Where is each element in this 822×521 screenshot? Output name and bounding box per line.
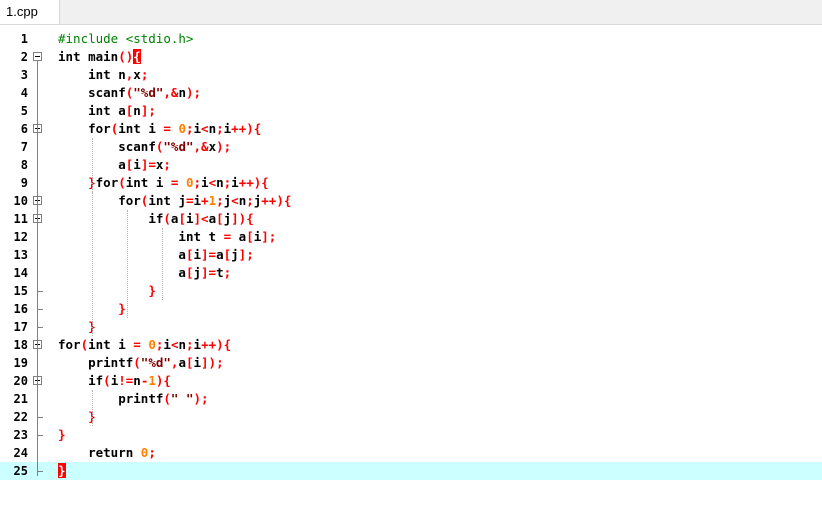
code-text: if(a[i]<a[j]){ bbox=[148, 211, 254, 226]
code-line-17[interactable]: 17 } bbox=[0, 318, 822, 336]
line-number: 17 bbox=[13, 320, 28, 334]
code-text: printf("%d",a[i]); bbox=[88, 355, 224, 370]
code-line-6[interactable]: 6 for(int i = 0;i<n;i++){ bbox=[0, 120, 822, 138]
code-text: for(int i = 0;i<n;i++){ bbox=[88, 121, 262, 136]
fold-margin-line bbox=[37, 61, 38, 476]
line-number: 4 bbox=[20, 86, 28, 100]
tab-bar: 1.cpp bbox=[0, 0, 822, 25]
code-text: } bbox=[88, 319, 96, 334]
code-line-22[interactable]: 22 } bbox=[0, 408, 822, 426]
code-line-13[interactable]: 13 a[i]=a[j]; bbox=[0, 246, 822, 264]
line-number: 7 bbox=[20, 140, 28, 154]
code-line-10[interactable]: 10 for(int j=i+1;j<n;j++){ bbox=[0, 192, 822, 210]
code-line-25[interactable]: 25} bbox=[0, 462, 822, 480]
line-number: 25 bbox=[13, 464, 28, 478]
line-number: 16 bbox=[13, 302, 28, 316]
indent-guide bbox=[92, 390, 93, 426]
code-text: int t = a[i]; bbox=[178, 229, 277, 244]
fold-toggle-icon[interactable] bbox=[33, 52, 42, 61]
code-text: } bbox=[58, 427, 66, 442]
code-text: a[j]=t; bbox=[178, 265, 232, 280]
code-text: } bbox=[88, 409, 96, 424]
code-line-9[interactable]: 9 }for(int i = 0;i<n;i++){ bbox=[0, 174, 822, 192]
tab-1-cpp[interactable]: 1.cpp bbox=[0, 0, 60, 24]
code-text: if(i!=n-1){ bbox=[88, 373, 171, 388]
code-line-20[interactable]: 20 if(i!=n-1){ bbox=[0, 372, 822, 390]
code-line-14[interactable]: 14 a[j]=t; bbox=[0, 264, 822, 282]
line-number: 14 bbox=[13, 266, 28, 280]
line-number: 5 bbox=[20, 104, 28, 118]
line-number: 20 bbox=[13, 374, 28, 388]
code-text: for(int i = 0;i<n;i++){ bbox=[58, 337, 232, 352]
line-number: 1 bbox=[20, 32, 28, 46]
code-text: int n,x; bbox=[88, 67, 149, 82]
code-text: a[i]=a[j]; bbox=[178, 247, 254, 262]
code-text: scanf("%d",&n); bbox=[88, 85, 202, 100]
code-text: return 0; bbox=[88, 445, 156, 460]
tab-label: 1.cpp bbox=[6, 4, 38, 19]
code-line-12[interactable]: 12 int t = a[i]; bbox=[0, 228, 822, 246]
line-number: 2 bbox=[20, 50, 28, 64]
code-line-8[interactable]: 8 a[i]=x; bbox=[0, 156, 822, 174]
code-line-5[interactable]: 5 int a[n]; bbox=[0, 102, 822, 120]
indent-guide bbox=[127, 210, 128, 318]
code-line-16[interactable]: 16 } bbox=[0, 300, 822, 318]
code-text: }for(int i = 0;i<n;i++){ bbox=[88, 175, 269, 190]
line-number: 13 bbox=[13, 248, 28, 262]
code-line-23[interactable]: 23} bbox=[0, 426, 822, 444]
line-number: 22 bbox=[13, 410, 28, 424]
line-number: 10 bbox=[13, 194, 28, 208]
code-line-7[interactable]: 7 scanf("%d",&x); bbox=[0, 138, 822, 156]
code-text: } bbox=[58, 463, 66, 478]
line-number: 6 bbox=[20, 122, 28, 136]
code-line-4[interactable]: 4 scanf("%d",&n); bbox=[0, 84, 822, 102]
code-text: } bbox=[148, 283, 156, 298]
line-number: 21 bbox=[13, 392, 28, 406]
code-text: scanf("%d",&x); bbox=[118, 139, 232, 154]
code-text: int main(){ bbox=[58, 49, 141, 64]
code-line-18[interactable]: 18 for(int i = 0;i<n;i++){ bbox=[0, 336, 822, 354]
code-text: a[i]=x; bbox=[118, 157, 171, 172]
code-line-15[interactable]: 15 } bbox=[0, 282, 822, 300]
line-number: 23 bbox=[13, 428, 28, 442]
line-number: 9 bbox=[20, 176, 28, 190]
code-line-2[interactable]: 2 int main(){ bbox=[0, 48, 822, 66]
line-number: 19 bbox=[13, 356, 28, 370]
line-number: 15 bbox=[13, 284, 28, 298]
line-number: 11 bbox=[13, 212, 28, 226]
line-number: 3 bbox=[20, 68, 28, 82]
code-line-24[interactable]: 24 return 0; bbox=[0, 444, 822, 462]
code-line-11[interactable]: 11 if(a[i]<a[j]){ bbox=[0, 210, 822, 228]
indent-guide bbox=[92, 138, 93, 192]
line-number: 8 bbox=[20, 158, 28, 172]
code-text: int a[n]; bbox=[88, 103, 156, 118]
code-line-21[interactable]: 21 printf(" "); bbox=[0, 390, 822, 408]
line-number: 24 bbox=[13, 446, 28, 460]
line-number: 12 bbox=[13, 230, 28, 244]
indent-guide bbox=[162, 228, 163, 300]
code-line-3[interactable]: 3 int n,x; bbox=[0, 66, 822, 84]
code-line-1[interactable]: 1 #include <stdio.h> bbox=[0, 30, 822, 48]
code-text: for(int j=i+1;j<n;j++){ bbox=[118, 193, 292, 208]
code-line-19[interactable]: 19 printf("%d",a[i]); bbox=[0, 354, 822, 372]
indent-guide bbox=[92, 192, 93, 336]
code-text: printf(" "); bbox=[118, 391, 209, 406]
code-editor[interactable]: 1 #include <stdio.h> 2 int main(){ 3 int n,x… bbox=[0, 30, 822, 521]
code-text: #include <stdio.h> bbox=[58, 31, 194, 46]
line-number: 18 bbox=[13, 338, 28, 352]
